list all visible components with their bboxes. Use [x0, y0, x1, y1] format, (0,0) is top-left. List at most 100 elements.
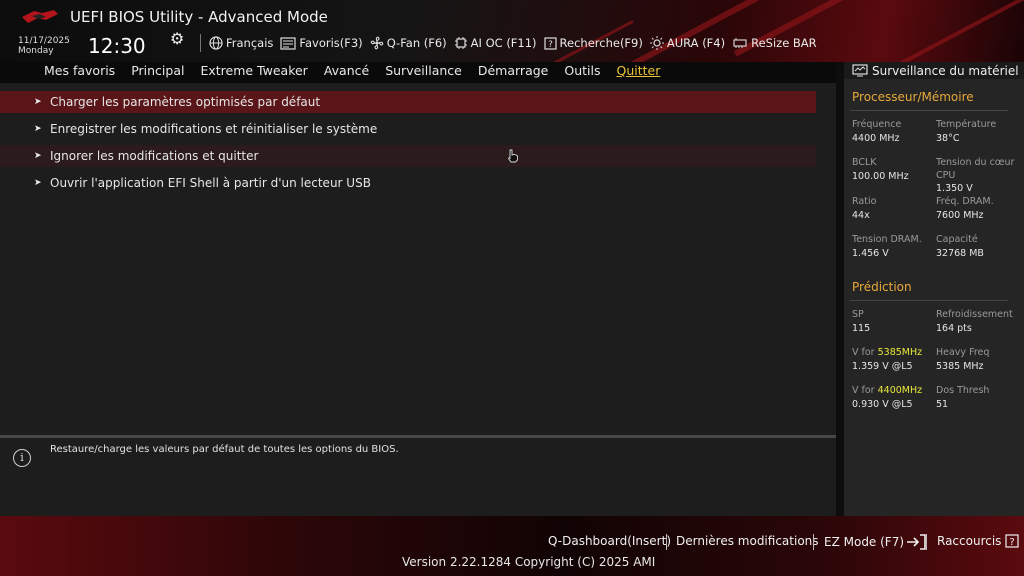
stat-label: Tension du cœur CPU	[936, 157, 1015, 181]
exit-arrow-icon	[907, 534, 926, 550]
voltage-prediction-high-stat: V for 5385MHz 1.359 V @L5	[852, 346, 922, 373]
menu-item-label: Enregistrer les modifications et réiniti…	[50, 122, 378, 136]
globe-icon	[209, 36, 223, 50]
search-button[interactable]: ? Recherche(F9)	[543, 36, 643, 50]
qfan-button[interactable]: Q-Fan (F6)	[370, 36, 447, 50]
sp-stat: SP 115	[852, 308, 870, 335]
stat-value: 4400 MHz	[852, 133, 900, 144]
main-menu-bar: Mes favoris Principal Extreme Tweaker Av…	[0, 62, 836, 83]
dos-threshold-stat: Dos Thresh 51	[936, 384, 989, 411]
stat-value: 164 pts	[936, 323, 972, 334]
ai-oc-label: AI OC (F11)	[470, 36, 537, 50]
favorites-button[interactable]: Favoris(F3)	[280, 36, 363, 50]
shortcuts-button[interactable]: Raccourcis ?	[937, 534, 1020, 548]
last-modified-button[interactable]: Dernières modifications	[676, 534, 819, 548]
capacity-stat: Capacité 32768 MB	[936, 233, 984, 260]
stat-value: 115	[852, 323, 871, 334]
ai-oc-button[interactable]: AI OC (F11)	[454, 36, 537, 50]
stat-label-frequency: 4400MHz	[877, 385, 923, 396]
stat-value: 38°C	[936, 133, 960, 144]
section-divider	[850, 300, 1008, 301]
favorites-label: Favoris(F3)	[299, 36, 363, 50]
footer-divider	[666, 534, 667, 550]
section-divider	[850, 110, 1008, 111]
stat-label: BCLK	[852, 157, 877, 168]
tab-exit[interactable]: Quitter	[616, 62, 660, 83]
help-text: Restaure/charge les valeurs par défaut d…	[50, 444, 399, 455]
stat-value: 1.359 V @L5	[852, 361, 913, 372]
mouse-hand-cursor-icon	[507, 149, 518, 163]
language-button[interactable]: Français	[209, 36, 273, 50]
tab-monitor[interactable]: Surveillance	[385, 62, 462, 83]
tab-main[interactable]: Principal	[131, 62, 184, 83]
stat-value: 51	[936, 399, 949, 410]
cpu-memory-section-title: Processeur/Mémoire	[852, 90, 974, 104]
stat-label-frequency: 5385MHz	[877, 347, 923, 358]
tab-boot[interactable]: Démarrage	[478, 62, 549, 83]
tab-favorites[interactable]: Mes favoris	[44, 62, 115, 83]
chip-icon	[454, 37, 467, 49]
header-bar: UEFI BIOS Utility - Advanced Mode 11/17/…	[0, 0, 1024, 62]
frequency-stat: Fréquence 4400 MHz	[852, 118, 901, 145]
stat-label: Capacité	[936, 234, 978, 245]
svg-text:?: ?	[1010, 537, 1015, 548]
resize-bar-button[interactable]: ReSize BAR	[732, 36, 817, 50]
toolbar-divider	[200, 34, 201, 52]
menu-item-label: Ouvrir l'application EFI Shell à partir …	[50, 176, 371, 190]
monitor-icon	[852, 64, 868, 77]
ez-mode-button[interactable]: EZ Mode (F7)	[824, 534, 926, 550]
stat-label: Fréq. DRAM.	[936, 196, 994, 207]
sidebar-edge	[836, 62, 844, 516]
load-defaults-item[interactable]: ➤ Charger les paramètres optimisés par d…	[0, 91, 816, 113]
stat-label: Heavy Freq	[936, 347, 990, 358]
save-and-reset-item[interactable]: ➤ Enregistrer les modifications et réini…	[0, 118, 816, 140]
stat-label: Refroidissement	[936, 309, 1013, 320]
stat-label: Fréquence	[852, 119, 902, 130]
dram-voltage-stat: Tension DRAM. 1.456 V	[852, 233, 922, 260]
help-question-icon: ?	[1005, 534, 1020, 548]
stat-label-prefix: V for	[852, 347, 878, 358]
stat-value: 5385 MHz	[936, 361, 984, 372]
menu-item-label: Ignorer les modifications et quitter	[50, 149, 259, 163]
stat-value: 44x	[852, 210, 870, 221]
ratio-stat: Ratio 44x	[852, 195, 876, 222]
info-icon: i	[13, 449, 31, 467]
fan-icon	[370, 36, 383, 50]
dram-frequency-stat: Fréq. DRAM. 7600 MHz	[936, 195, 994, 222]
stat-value: 0.930 V @L5	[852, 399, 913, 410]
arrow-right-icon: ➤	[34, 97, 42, 107]
version-text: Version 2.22.1284 Copyright (C) 2025 AMI	[402, 555, 656, 569]
efi-shell-item[interactable]: ➤ Ouvrir l'application EFI Shell à parti…	[0, 172, 816, 194]
clock-time[interactable]: 12:30	[88, 34, 146, 58]
tab-tools[interactable]: Outils	[564, 62, 600, 83]
arrow-right-icon: ➤	[34, 151, 42, 161]
date-display: 11/17/2025 Monday	[18, 36, 70, 56]
tab-extreme-tweaker[interactable]: Extreme Tweaker	[200, 62, 307, 83]
weekday-value: Monday	[18, 46, 54, 56]
q-dashboard-button[interactable]: Q-Dashboard(Insert)	[548, 534, 671, 548]
hardware-monitor-panel: Surveillance du matériel Processeur/Mémo…	[844, 62, 1024, 516]
prediction-section-title: Prédiction	[852, 280, 912, 294]
stat-value: 100.00 MHz	[852, 171, 909, 182]
stat-label: V for 4400MHz	[852, 384, 922, 397]
footer-divider	[926, 534, 927, 550]
stat-label: Dos Thresh	[936, 385, 990, 396]
bclk-stat: BCLK 100.00 MHz	[852, 156, 909, 183]
stat-label: Ratio	[852, 196, 877, 207]
tab-advanced[interactable]: Avancé	[324, 62, 369, 83]
footer-divider	[813, 534, 814, 550]
heavy-frequency-stat: Heavy Freq 5385 MHz	[936, 346, 989, 373]
app-title: UEFI BIOS Utility - Advanced Mode	[70, 8, 328, 26]
svg-text:?: ?	[548, 40, 553, 50]
temperature-stat: Température 38°C	[936, 118, 996, 145]
gear-icon[interactable]: ⚙	[170, 29, 184, 48]
stat-label-prefix: V for	[852, 385, 878, 396]
discard-and-exit-item[interactable]: ➤ Ignorer les modifications et quitter	[0, 145, 816, 167]
resize-bar-icon	[733, 38, 747, 48]
resize-bar-label: ReSize BAR	[751, 36, 817, 50]
date-value: 11/17/2025	[18, 36, 70, 46]
aura-button[interactable]: AURA (F4)	[649, 36, 725, 50]
aura-light-icon	[649, 36, 664, 50]
stat-value: 7600 MHz	[936, 210, 984, 221]
ez-mode-label: EZ Mode (F7)	[824, 535, 905, 549]
